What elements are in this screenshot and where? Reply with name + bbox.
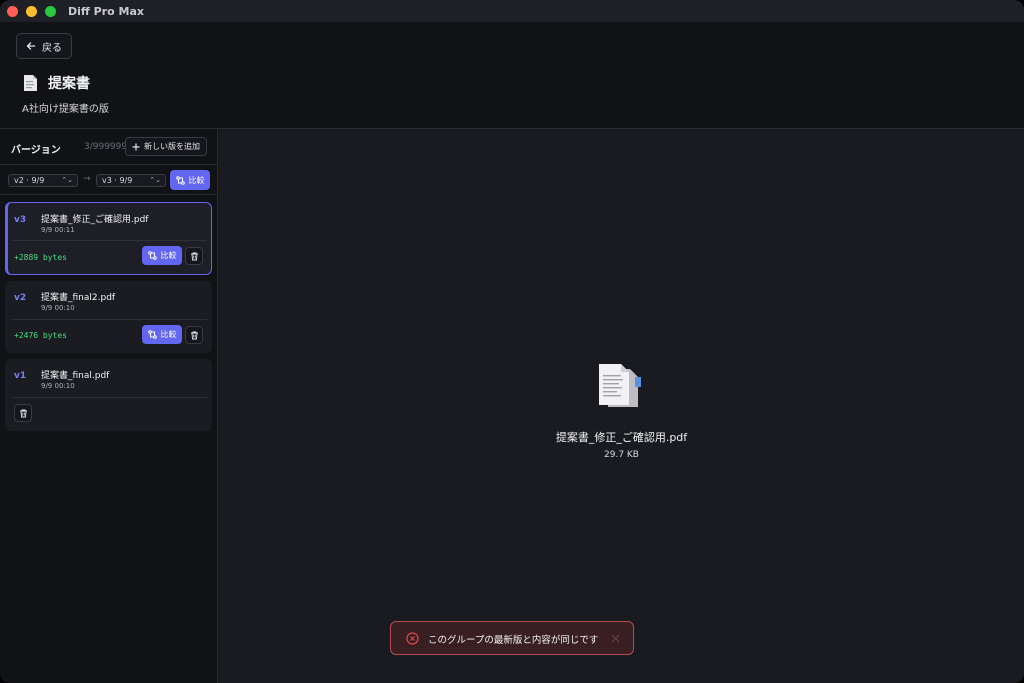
select-chevron-icon: ⌃⌄	[149, 176, 161, 184]
close-icon[interactable]	[611, 634, 620, 643]
select-chevron-icon: ⌃⌄	[61, 176, 73, 184]
app-title: Diff Pro Max	[68, 4, 144, 18]
title-bar: Diff Pro Max	[0, 0, 1024, 22]
version-tag: v3	[14, 215, 27, 225]
delete-version-button[interactable]	[185, 247, 203, 265]
arrow-left-icon	[26, 42, 36, 50]
compare-label: 比較	[160, 330, 177, 339]
card-divider	[11, 240, 207, 241]
version-sidebar: バージョン 3/999999 新しい版を追加 v2 · 9/9 ⌃⌄ → v3 …	[0, 129, 218, 683]
compare-version-button[interactable]: 比較	[142, 325, 182, 344]
compare-version-button[interactable]: 比較	[142, 246, 182, 265]
version-card-v2[interactable]: v2 提案書_final2.pdf 9/9 00:10 +2476 bytes …	[5, 281, 212, 353]
compare-to-select[interactable]: v3 · 9/9 ⌃⌄	[96, 174, 166, 187]
compare-label: 比較	[188, 175, 205, 185]
page-title: 提案書	[48, 76, 90, 92]
version-time: 9/9 00:10	[41, 304, 75, 312]
compare-label: 比較	[160, 251, 177, 260]
minimize-window-button[interactable]	[26, 5, 37, 17]
page-subtitle: A社向け提案書の版	[22, 104, 109, 115]
app-window: Diff Pro Max 戻る 提案書 A社向け提案書の版 バージョン 3/99…	[0, 0, 1024, 683]
version-file-name: 提案書_修正_ご確認用.pdf	[41, 215, 149, 225]
trash-icon	[190, 331, 198, 339]
version-count: 3/999999	[84, 142, 128, 152]
document-icon	[24, 75, 37, 91]
close-window-button[interactable]	[7, 5, 18, 17]
back-label: 戻る	[42, 42, 62, 54]
card-divider	[11, 397, 207, 398]
trash-icon	[190, 252, 198, 260]
delete-version-button[interactable]	[185, 326, 203, 344]
error-circle-icon	[406, 632, 419, 645]
sidebar-header: バージョン 3/999999 新しい版を追加	[0, 129, 218, 165]
page-header: 戻る 提案書 A社向け提案書の版	[0, 22, 1024, 129]
error-toast: このグループの最新版と内容が同じです	[390, 621, 634, 655]
add-version-button[interactable]: 新しい版を追加	[125, 137, 207, 156]
compare-icon	[147, 251, 157, 260]
pdf-file-icon	[599, 364, 641, 407]
version-tag: v1	[14, 371, 27, 381]
version-file-name: 提案書_final.pdf	[41, 371, 110, 381]
compare-icon	[147, 330, 157, 339]
maximize-window-button[interactable]	[45, 5, 56, 17]
file-preview-pane: 提案書_修正_ご確認用.pdf 29.7 KB	[219, 129, 1024, 683]
card-divider	[11, 319, 207, 320]
compare-to-value: v3 · 9/9	[102, 176, 133, 185]
back-button[interactable]: 戻る	[16, 33, 72, 59]
size-delta: +2889 bytes	[14, 253, 67, 262]
compare-icon	[175, 175, 185, 185]
compare-from-value: v2 · 9/9	[14, 176, 45, 185]
toast-message: このグループの最新版と内容が同じです	[428, 635, 599, 646]
arrow-right-icon: →	[83, 174, 91, 184]
version-card-v3[interactable]: v3 提案書_修正_ご確認用.pdf 9/9 00:11 +2889 bytes…	[5, 202, 212, 275]
version-time: 9/9 00:10	[41, 382, 75, 390]
version-card-v1[interactable]: v1 提案書_final.pdf 9/9 00:10	[5, 359, 212, 431]
compare-button[interactable]: 比較	[170, 170, 210, 190]
add-version-label: 新しい版を追加	[144, 142, 200, 151]
version-time: 9/9 00:11	[41, 226, 75, 234]
preview-file-name: 提案書_修正_ご確認用.pdf	[555, 431, 688, 444]
trash-icon	[19, 409, 27, 417]
sidebar-title: バージョン	[11, 145, 61, 156]
delete-version-button[interactable]	[14, 404, 32, 422]
version-tag: v2	[14, 293, 27, 303]
plus-icon	[132, 143, 140, 150]
preview-file-size: 29.7 KB	[604, 450, 639, 460]
window-controls	[7, 5, 56, 17]
compare-selector-row: v2 · 9/9 ⌃⌄ → v3 · 9/9 ⌃⌄ 比較	[0, 165, 218, 195]
size-delta: +2476 bytes	[14, 331, 67, 340]
compare-from-select[interactable]: v2 · 9/9 ⌃⌄	[8, 174, 78, 187]
version-file-name: 提案書_final2.pdf	[41, 293, 116, 303]
